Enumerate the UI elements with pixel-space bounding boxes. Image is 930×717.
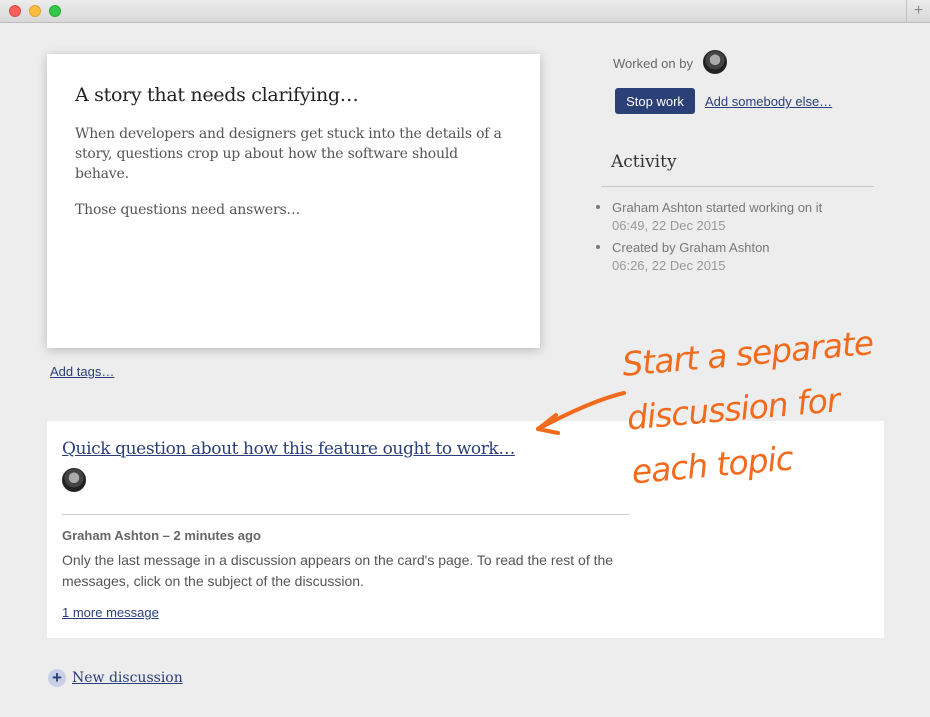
story-card[interactable]: A story that needs clarifying… When deve… (47, 54, 540, 348)
worked-on-label: Worked on by (613, 56, 693, 71)
list-item: Graham Ashton started working on it 06:4… (596, 199, 822, 235)
message-author: Graham Ashton – 2 minutes ago (62, 528, 261, 543)
avatar[interactable] (703, 50, 727, 74)
activity-time: 06:49, 22 Dec 2015 (612, 218, 726, 233)
story-paragraph: Those questions need answers… (75, 202, 301, 218)
minimize-window-button[interactable] (29, 5, 41, 17)
story-description: When developers and designers get stuck … (75, 124, 512, 220)
list-item: Created by Graham Ashton 06:26, 22 Dec 2… (596, 239, 822, 275)
annotation-arrow-icon (536, 391, 626, 435)
activity-text: Graham Ashton started working on it (612, 200, 823, 215)
avatar[interactable] (62, 468, 86, 492)
add-tags-link[interactable]: Add tags… (50, 364, 114, 379)
new-tab-button[interactable]: + (906, 0, 930, 22)
window-titlebar: + (0, 0, 930, 23)
divider (601, 186, 874, 187)
story-paragraph: When developers and designers get stuck … (75, 126, 502, 182)
zoom-window-button[interactable] (49, 5, 61, 17)
new-discussion-link[interactable]: New discussion (72, 670, 183, 686)
activity-time: 06:26, 22 Dec 2015 (612, 258, 726, 273)
stop-work-button[interactable]: Stop work (615, 88, 695, 114)
story-title: A story that needs clarifying… (75, 84, 359, 106)
divider (62, 514, 630, 515)
new-discussion-button[interactable]: + New discussion (48, 669, 183, 687)
activity-heading: Activity (611, 152, 677, 172)
activity-list: Graham Ashton started working on it 06:4… (596, 199, 822, 279)
more-messages-link[interactable]: 1 more message (62, 605, 159, 620)
activity-text: Created by Graham Ashton (612, 240, 770, 255)
close-window-button[interactable] (9, 5, 21, 17)
add-somebody-link[interactable]: Add somebody else… (705, 94, 832, 109)
plus-icon: + (48, 669, 66, 687)
annotation-callout: Start a separate discussion for each top… (620, 314, 903, 499)
message-body: Only the last message in a discussion ap… (62, 552, 614, 589)
discussion-subject-link[interactable]: Quick question about how this feature ou… (62, 439, 515, 459)
